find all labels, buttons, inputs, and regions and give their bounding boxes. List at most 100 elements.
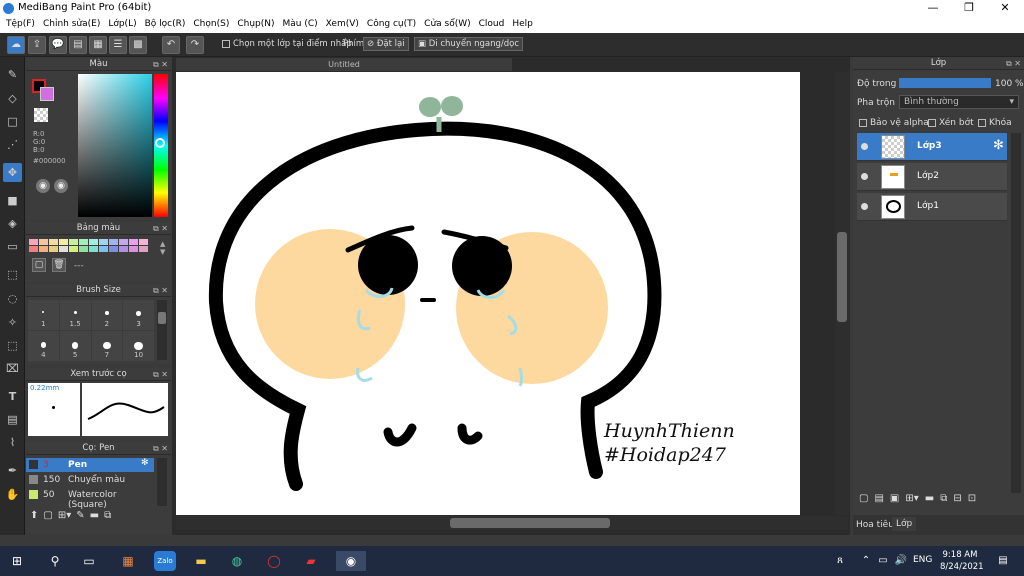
hand-icon[interactable]: ✋ [3,485,22,504]
panel-icon[interactable]: ▤ [3,410,22,429]
tab-layer[interactable]: Lớp [892,517,917,531]
menu-file[interactable]: Tệp(F) [4,17,41,33]
palette-swatch[interactable] [39,239,48,245]
select-pen-icon[interactable]: ⬚ [3,336,22,355]
store-app-icon[interactable]: ▦ [117,551,139,571]
menu-help[interactable]: Help [510,17,539,33]
color-wheel-icon[interactable]: ◉ [36,179,50,193]
saturation-value-picker[interactable] [78,74,152,217]
new-palette-icon[interactable]: ▢ [32,258,46,272]
volume-icon[interactable]: 🔊 [890,551,912,571]
people-icon[interactable]: ጸ [829,551,851,571]
cloud-icon[interactable]: ☁ [7,36,25,54]
palette-swatch[interactable] [99,246,108,252]
palette-swatch[interactable] [119,246,128,252]
new-halftone-layer-icon[interactable]: ▤ [874,493,883,504]
folder-icon[interactable]: ▬ [90,510,99,521]
palette-swatch[interactable] [139,246,148,252]
color-settings-icon[interactable]: ◉ [54,179,68,193]
menu-window[interactable]: Cửa sổ(W) [422,17,476,33]
text-icon[interactable]: T [3,387,22,406]
brush-size-option[interactable]: 7 [91,331,123,361]
brush-list-scrollbar[interactable] [157,458,167,506]
panel-close-icon[interactable]: ⧉ ✕ [153,58,168,71]
share-icon[interactable]: ⇪ [28,36,46,54]
palette-scroll-arrows[interactable]: ▲ ▼ [160,240,165,256]
add-brush-icon[interactable]: ⊞▾ [58,510,71,521]
opera-icon[interactable]: ◯ [263,551,285,571]
game-app-icon[interactable]: ▰ [300,551,322,571]
brush-item-pen[interactable]: 3 Pen ✻ [26,458,154,472]
panel-close-icon[interactable]: ⧉ ✕ [153,368,168,381]
palette-swatch[interactable] [89,239,98,245]
menu-tools[interactable]: Công cụ(T) [365,17,422,33]
gear-icon[interactable]: ✻ [141,458,149,468]
tab-navigator[interactable]: Hoa tiêu [856,520,894,530]
document-tab[interactable]: Untitled [176,58,512,71]
close-button[interactable]: ✕ [987,0,1023,17]
dropper-icon[interactable]: ⌇ [3,433,22,452]
new-8bit-layer-icon[interactable]: ▣ [890,493,899,504]
brush-size-option[interactable]: 5 [59,331,91,361]
menu-color[interactable]: Màu (C) [281,17,324,33]
palette-swatch[interactable] [129,246,138,252]
palette-swatch[interactable] [49,239,58,245]
maximize-button[interactable]: ❐ [951,0,987,17]
brush-size-option[interactable]: 3 [123,300,154,330]
reset-button[interactable]: ⊘ Đặt lại [363,37,409,51]
brush-size-option[interactable]: 1 [28,300,59,330]
protect-alpha-checkbox[interactable]: Bảo vệ alpha [859,118,929,128]
blend-mode-select[interactable]: Bình thường ▾ [899,95,1019,109]
chat-icon[interactable]: ▤ [69,36,87,54]
brush-size-option[interactable]: 4 [28,331,59,361]
panel-close-icon[interactable]: ⧉ ✕ [153,442,168,455]
layer-options-icon[interactable]: ⊡ [968,493,976,504]
brush-size-scrollbar[interactable] [157,300,167,360]
undo-icon[interactable]: ↶ [162,36,180,54]
palette-swatch[interactable] [29,246,38,252]
grid-icon[interactable]: ▩ [129,36,147,54]
rectangle-icon[interactable]: □ [3,112,22,131]
brush-item-watercolor[interactable]: 50 Watercolor (Square) [26,488,154,510]
clock[interactable]: 9:18 AM 8/24/2021 [940,549,984,573]
select-rect-icon[interactable]: ⬚ [3,265,22,284]
gradient-icon[interactable]: ▭ [3,237,22,256]
transparent-color-swatch[interactable] [34,108,48,122]
select-eraser-icon[interactable]: ⌧ [3,359,22,378]
layer-row-1[interactable]: Lớp1 [857,193,1007,221]
menu-edit[interactable]: Chỉnh sửa(E) [41,17,106,33]
menu-capture[interactable]: Chụp(N) [235,17,280,33]
brush-size-option[interactable]: 2 [91,300,123,330]
palette-swatch[interactable] [139,239,148,245]
new-layer-icon[interactable]: ▢ [859,493,868,504]
file-explorer-icon[interactable]: ▬ [190,551,212,571]
palette-swatch[interactable] [59,246,68,252]
brush-icon[interactable]: ✎ [3,65,22,84]
edit-brush-icon[interactable]: ✎ [76,510,84,521]
palette-swatch[interactable] [129,239,138,245]
trash-icon[interactable]: 🗑 [52,258,66,272]
palette-swatch[interactable] [49,246,58,252]
panel-close-icon[interactable]: ⧉ ✕ [1006,57,1021,70]
dot-tool-icon[interactable]: ⋰ [3,135,22,154]
browser-icon[interactable]: ◍ [226,551,248,571]
brush-item-gradient[interactable]: 150 Chuyển màu [26,473,154,487]
merge-layer-icon[interactable]: ⊟ [953,493,961,504]
palette-swatch[interactable] [79,239,88,245]
palette-swatch[interactable] [109,246,118,252]
pen-icon[interactable]: ✒ [3,461,22,480]
zalo-icon[interactable]: Zalo [154,551,176,571]
redo-icon[interactable]: ↷ [186,36,204,54]
menu-cloud[interactable]: Cloud [477,17,511,33]
move-button[interactable]: ▣ Di chuyển ngang/dọc [414,37,524,51]
panel-close-icon[interactable]: ⧉ ✕ [153,222,168,235]
palette-swatch[interactable] [69,239,78,245]
layer-list-scrollbar[interactable] [1011,133,1021,493]
cloud-brush-icon[interactable]: ⬆ [30,510,38,521]
duplicate-icon[interactable]: ⧉ [104,510,111,521]
brush-size-option[interactable]: 1.5 [59,300,91,330]
canvas-vertical-scrollbar[interactable] [835,72,849,515]
search-icon[interactable]: ⚲ [44,551,66,571]
medibang-taskbar-icon[interactable]: ◉ [336,551,366,571]
visibility-eye-icon[interactable] [861,173,868,180]
